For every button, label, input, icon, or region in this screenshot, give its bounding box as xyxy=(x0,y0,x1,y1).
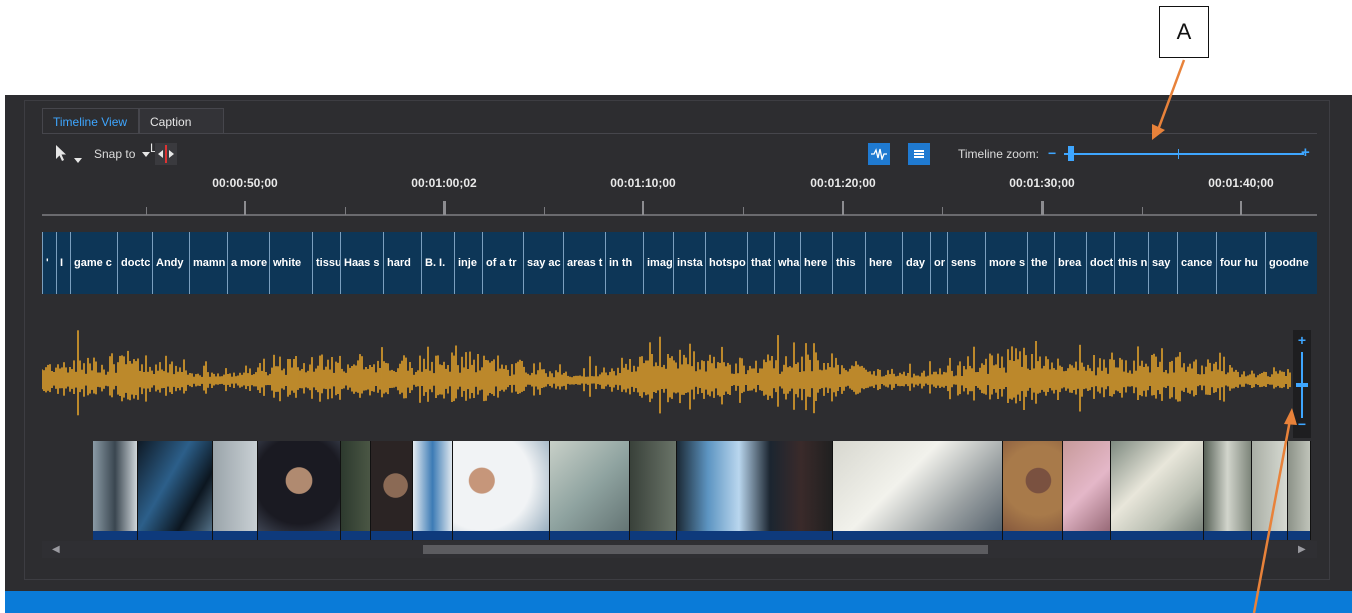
callout-arrow-b xyxy=(1252,419,1292,613)
callout-arrow-a xyxy=(1156,59,1186,131)
annotation-arrows xyxy=(1152,59,1297,613)
callout-arrowhead-b xyxy=(1284,408,1297,425)
